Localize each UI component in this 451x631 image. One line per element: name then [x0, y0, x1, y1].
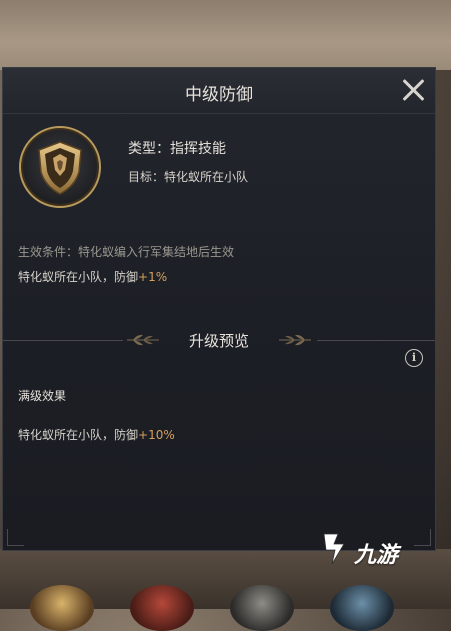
watermark-text: 九游 — [354, 543, 399, 568]
info-icon[interactable]: i — [405, 349, 423, 367]
current-effect: 特化蚁所在小队，防御+1% — [18, 268, 167, 285]
max-level-effect-label: 满级效果 — [18, 389, 67, 403]
dialog-header: 中级防御 — [3, 68, 435, 114]
background-top — [0, 0, 451, 70]
corner-ornament — [414, 529, 431, 546]
skill-target: 目标：特化蚁所在小队 — [128, 170, 249, 184]
dialog-title: 中级防御 — [185, 85, 253, 105]
upgrade-preview-divider: 升级预览 — [3, 326, 435, 356]
activation-condition: 生效条件：特化蚁编入行军集结地后生效 — [18, 245, 235, 259]
max-level-effect: 特化蚁所在小队，防御+10% — [18, 426, 175, 443]
divider-line — [317, 340, 435, 341]
bottom-orb[interactable] — [130, 585, 194, 631]
site-watermark: 九游 — [318, 530, 414, 570]
shield-emblem-icon — [19, 126, 101, 208]
max-effect-text: 特化蚁所在小队，防御 — [18, 428, 139, 442]
bottom-orb[interactable] — [230, 585, 294, 631]
bottom-orb[interactable] — [330, 585, 394, 631]
close-icon[interactable] — [399, 76, 427, 104]
max-effect-value: +10% — [138, 428, 175, 442]
watermark-logo-icon — [323, 533, 345, 565]
skill-detail-dialog: 中级防御 类型：指挥技能 目标：特化蚁所在小队 生效条件：特化蚁编入行军集结地后… — [2, 67, 436, 551]
current-effect-text: 特化蚁所在小队，防御 — [18, 270, 139, 284]
corner-ornament — [7, 529, 24, 546]
bottom-orb[interactable] — [30, 585, 94, 631]
current-effect-value: +1% — [138, 270, 168, 284]
skill-type: 类型：指挥技能 — [128, 141, 226, 157]
laurel-right-icon — [279, 334, 311, 346]
